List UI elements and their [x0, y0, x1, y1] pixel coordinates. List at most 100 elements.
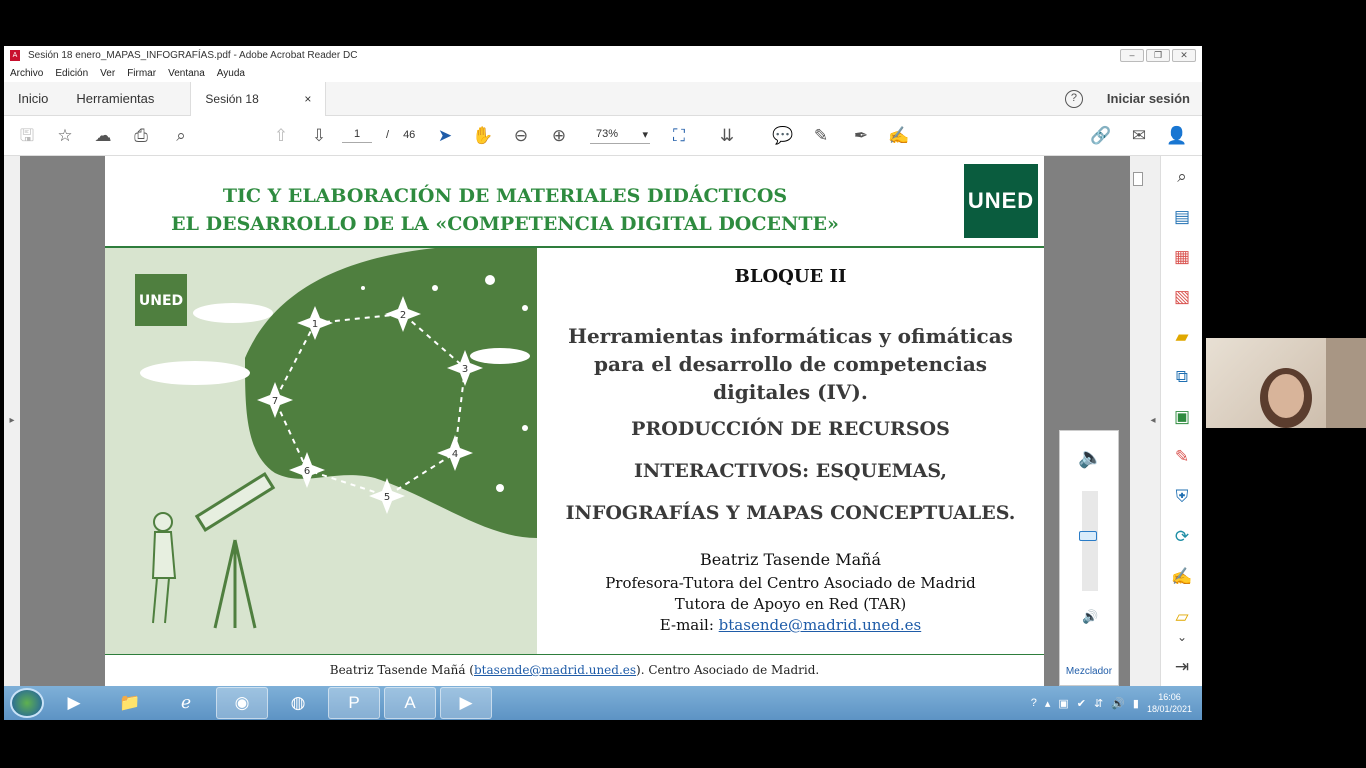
- system-clock[interactable]: 16:06 18/01/2021: [1147, 691, 1192, 715]
- zoom-out-icon[interactable]: ⊖: [510, 126, 532, 146]
- email-link[interactable]: btasende@madrid.uned.es: [719, 616, 922, 634]
- menu-ventana[interactable]: Ventana: [168, 68, 205, 79]
- signin-button[interactable]: Iniciar sesión: [1107, 91, 1190, 106]
- zoom-select[interactable]: 73% ▾: [590, 128, 650, 144]
- mixer-link[interactable]: Mezclador: [1060, 666, 1118, 677]
- highlight-pen-icon[interactable]: ✎: [810, 126, 832, 146]
- volume-slider-track[interactable]: [1082, 491, 1098, 591]
- pdf-page: TIC Y ELABORACIÓN DE MATERIALES DIDÁCTIC…: [105, 156, 1044, 686]
- fill-sign-tool-icon[interactable]: ✎: [1171, 446, 1193, 468]
- collapse-pane-icon[interactable]: ⇥: [1171, 656, 1193, 678]
- bookmark-star-icon[interactable]: ☆: [54, 126, 76, 146]
- search-icon[interactable]: ⌕: [170, 126, 192, 146]
- scrollbar-thumb[interactable]: [1133, 172, 1143, 186]
- upload-cloud-icon[interactable]: ☁: [92, 126, 114, 146]
- close-window-button[interactable]: ✕: [1172, 48, 1196, 62]
- signal-tray-icon[interactable]: ▮: [1133, 697, 1139, 710]
- production-line3: INFOGRAFÍAS Y MAPAS CONCEPTUALES.: [565, 502, 1016, 524]
- volume-mixer-popup: 🔈 🔊 Mezclador: [1059, 430, 1119, 686]
- menu-edicion[interactable]: Edición: [55, 68, 88, 79]
- star-number-1: 1: [312, 319, 318, 330]
- select-cursor-icon[interactable]: ➤: [434, 126, 456, 146]
- fill-sign-icon[interactable]: ✍: [888, 126, 910, 146]
- slide-title-line1: TIC Y ELABORACIÓN DE MATERIALES DIDÁCTIC…: [222, 185, 788, 207]
- media-player-icon[interactable]: ▶: [48, 687, 100, 719]
- start-button[interactable]: [10, 688, 44, 718]
- webcam-thumbnail: [1206, 338, 1366, 428]
- hand-tool-icon[interactable]: ✋: [472, 126, 494, 146]
- security-tray-icon[interactable]: ✔: [1077, 697, 1086, 710]
- tab-document-label: Sesión 18 enero_M...: [205, 91, 262, 140]
- menu-ver[interactable]: Ver: [100, 68, 115, 79]
- uned-logo: UNED: [964, 164, 1038, 238]
- chrome-icon[interactable]: ◉: [216, 687, 268, 719]
- star-number-4: 4: [452, 449, 458, 460]
- add-user-icon[interactable]: 👤: [1166, 126, 1188, 146]
- author-role-1: Profesora-Tutora del Centro Asociado de …: [605, 574, 976, 592]
- menu-ayuda[interactable]: Ayuda: [217, 68, 245, 79]
- request-signature-icon[interactable]: ✍: [1171, 566, 1193, 588]
- firefox-icon[interactable]: ◍: [272, 687, 324, 719]
- tab-bar: Inicio Herramientas Sesión 18 enero_M...…: [4, 81, 1202, 140]
- right-panel-toggle[interactable]: ◂: [1146, 156, 1160, 686]
- production-line2: INTERACTIVOS: ESQUEMAS,: [633, 460, 948, 482]
- sign-icon[interactable]: ✒: [850, 126, 872, 146]
- slide-title-line2: EL DESARROLLO DE LA «COMPETENCIA DIGITAL…: [171, 213, 839, 235]
- print-icon[interactable]: ⎙: [130, 126, 152, 146]
- tab-inicio[interactable]: Inicio: [4, 82, 62, 116]
- slide-header: TIC Y ELABORACIÓN DE MATERIALES DIDÁCTIC…: [105, 156, 1044, 248]
- footer-email-link[interactable]: btasende@madrid.uned.es: [474, 663, 636, 677]
- menu-archivo[interactable]: Archivo: [10, 68, 43, 79]
- more-tools-icon[interactable]: ▱: [1171, 606, 1193, 628]
- zoom-app-icon[interactable]: ▶: [440, 687, 492, 719]
- fit-page-icon[interactable]: ⛶: [668, 126, 690, 146]
- export-pdf-icon[interactable]: ▧: [1171, 286, 1193, 308]
- show-hidden-icons-icon[interactable]: ▴: [1045, 697, 1051, 710]
- combine-files-icon[interactable]: ⧉: [1171, 366, 1193, 388]
- sync-tray-icon[interactable]: ⇵: [1094, 697, 1103, 710]
- star-number-5: 5: [384, 492, 390, 503]
- page-number-input[interactable]: 1: [342, 126, 372, 143]
- restore-button[interactable]: ❐: [1146, 48, 1170, 62]
- zoom-in-icon[interactable]: ⊕: [548, 126, 570, 146]
- next-page-icon[interactable]: ⇩: [308, 126, 330, 146]
- protect-icon[interactable]: ⛨: [1171, 486, 1193, 508]
- comment-tool-icon[interactable]: ▰: [1171, 326, 1193, 348]
- tools-pane: ⌕ ▤ ▦ ▧ ▰ ⧉ ▣ ✎ ⛨ ⟳ ✍ ▱ ⌄ ⇥: [1160, 156, 1202, 686]
- menu-firmar[interactable]: Firmar: [127, 68, 156, 79]
- edit-pdf-icon[interactable]: ▣: [1171, 406, 1193, 428]
- scroll-mode-icon[interactable]: ⇊: [716, 126, 738, 146]
- slide-title: TIC Y ELABORACIÓN DE MATERIALES DIDÁCTIC…: [145, 182, 865, 238]
- network-tray-icon[interactable]: ▣: [1058, 697, 1068, 710]
- file-explorer-icon[interactable]: 📁: [104, 687, 156, 719]
- tab-document[interactable]: Sesión 18 enero_M... ×: [190, 81, 327, 140]
- vertical-scrollbar[interactable]: [1130, 156, 1146, 686]
- help-tray-icon[interactable]: ?: [1031, 697, 1037, 709]
- tab-close-icon[interactable]: ×: [304, 82, 311, 116]
- system-tray: ? ▴ ▣ ✔ ⇵ 🔊 ▮ 16:06 18/01/2021: [1031, 691, 1192, 715]
- author-email-line: E-mail: btasende@madrid.uned.es: [537, 616, 1044, 634]
- save-icon[interactable]: 🖫: [16, 126, 38, 146]
- chevron-down-icon: ▾: [642, 129, 648, 141]
- tab-herramientas[interactable]: Herramientas: [62, 82, 168, 116]
- internet-explorer-icon[interactable]: ℯ: [160, 687, 212, 719]
- help-icon[interactable]: ?: [1064, 89, 1083, 108]
- powerpoint-icon[interactable]: P: [328, 687, 380, 719]
- comment-icon[interactable]: 💬: [772, 126, 794, 146]
- chevron-down-icon[interactable]: ⌄: [1171, 626, 1193, 648]
- volume-tray-icon[interactable]: 🔊: [1111, 697, 1125, 710]
- previous-page-icon[interactable]: ⇧: [270, 126, 292, 146]
- acrobat-taskbar-icon[interactable]: A: [384, 687, 436, 719]
- email-icon[interactable]: ✉: [1128, 126, 1150, 146]
- mute-icon[interactable]: 🔊: [1082, 609, 1098, 625]
- optimize-icon[interactable]: ⟳: [1171, 526, 1193, 548]
- minimize-button[interactable]: –: [1120, 48, 1144, 62]
- organize-pages-icon[interactable]: ▦: [1171, 246, 1193, 268]
- illustration-uned-logo: UNED: [139, 293, 183, 309]
- left-panel-toggle[interactable]: ▸: [4, 156, 20, 686]
- create-pdf-icon[interactable]: ▤: [1171, 206, 1193, 228]
- zoom-tool-icon[interactable]: ⌕: [1171, 166, 1193, 188]
- share-link-icon[interactable]: 🔗: [1090, 126, 1112, 146]
- slide-subtitle: Herramientas informáticas y ofimáticas p…: [568, 324, 1013, 404]
- volume-slider-knob[interactable]: [1079, 531, 1097, 541]
